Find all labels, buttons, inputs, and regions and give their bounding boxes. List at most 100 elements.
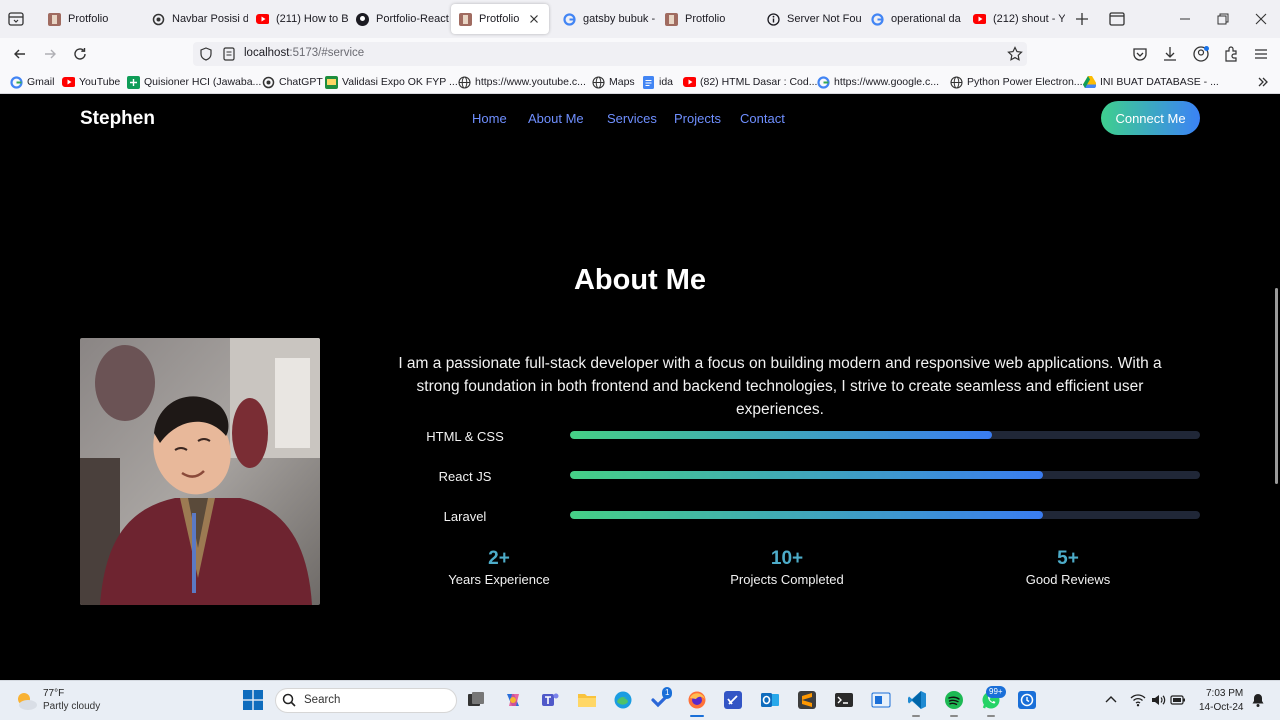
bookmark-item[interactable]: https://www.youtube.c...: [458, 74, 586, 90]
bookmark-item[interactable]: (82) HTML Dasar : Cod...: [683, 74, 817, 90]
tab-overview-icon[interactable]: [1108, 11, 1126, 27]
tab-title: (212) shout - Yo: [993, 13, 1065, 25]
skill-name: Laravel: [443, 509, 487, 524]
browser-tab[interactable]: Portfolio-React: [348, 4, 450, 34]
portfolio-favicon: [665, 12, 678, 26]
extensions-icon[interactable]: [1221, 44, 1241, 64]
vscode-icon[interactable]: [906, 689, 928, 711]
close-window-icon[interactable]: [1251, 9, 1271, 29]
nav-link-services[interactable]: Services: [607, 111, 657, 126]
skill-progress-fill: [570, 471, 1043, 479]
forward-arrow-icon[interactable]: [40, 44, 60, 64]
portfolio-favicon: [48, 12, 61, 26]
bookmark-label: (82) HTML Dasar : Cod...: [700, 76, 818, 88]
bookmark-item[interactable]: INI BUAT DATABASE - ...: [1083, 74, 1219, 90]
back-arrow-icon[interactable]: [10, 44, 30, 64]
scrollbar-thumb[interactable]: [1275, 288, 1278, 484]
browser-tab[interactable]: Navbar Posisi d: [144, 4, 248, 34]
google-favicon: [563, 12, 576, 26]
profile-photo: [80, 338, 320, 605]
downloads-icon[interactable]: [1160, 44, 1180, 64]
terminal-icon[interactable]: [833, 689, 855, 711]
sheets-icon: [127, 75, 140, 89]
skill-name: HTML & CSS: [426, 429, 504, 444]
new-tab-plus-icon[interactable]: [1073, 10, 1091, 28]
tab-list-icon[interactable]: [6, 9, 26, 29]
taskbar-date[interactable]: 14-Oct-24: [1199, 702, 1243, 713]
bookmark-star-icon[interactable]: [1005, 44, 1025, 64]
hamburger-menu-icon[interactable]: [1251, 44, 1271, 64]
file-explorer-icon[interactable]: [576, 689, 598, 711]
reload-icon[interactable]: [70, 44, 90, 64]
sublime-text-icon[interactable]: [796, 689, 818, 711]
browser-tab[interactable]: Protfolio: [657, 4, 757, 34]
stat-label: Projects Completed: [730, 572, 844, 587]
tracking-shield-icon[interactable]: [196, 44, 216, 64]
bookmark-item[interactable]: Gmail: [10, 74, 54, 90]
url-text[interactable]: localhost:5173/#service: [244, 47, 364, 59]
nav-link-contact[interactable]: Contact: [740, 111, 785, 126]
windows-start-icon[interactable]: [242, 689, 264, 711]
github-favicon: [356, 12, 369, 26]
bookmark-item[interactable]: https://www.google.c...: [817, 74, 939, 90]
browser-tab[interactable]: (211) How to B: [248, 4, 348, 34]
teams-icon[interactable]: [539, 689, 561, 711]
browser-tab[interactable]: (212) shout - Yo: [965, 4, 1065, 34]
volume-icon[interactable]: [1150, 692, 1166, 708]
edge-icon[interactable]: [612, 689, 634, 711]
minimize-icon[interactable]: [1175, 9, 1195, 29]
task-view-icon[interactable]: [465, 689, 487, 711]
notification-bell-icon[interactable]: [1250, 692, 1266, 708]
drive-icon: [1083, 76, 1096, 89]
wifi-icon[interactable]: [1130, 692, 1146, 708]
taskbar-time[interactable]: 7:03 PM: [1206, 688, 1243, 699]
restore-icon[interactable]: [1213, 9, 1233, 29]
page-info-icon[interactable]: [219, 44, 239, 64]
tab-title: (211) How to B: [276, 13, 348, 25]
youtube-icon: [62, 76, 75, 89]
portfolio-favicon: [459, 12, 472, 26]
bookmark-label: Maps: [609, 76, 635, 88]
nav-link-about[interactable]: About Me: [528, 111, 584, 126]
skill-progress-bar: [570, 511, 1200, 519]
bookmark-item[interactable]: ida: [642, 74, 673, 90]
bookmark-item[interactable]: Python Power Electron...: [950, 74, 1083, 90]
tab-title: Protfolio: [68, 13, 109, 25]
nav-link-projects[interactable]: Projects: [674, 111, 721, 126]
browser-tab[interactable]: operational da: [863, 4, 963, 34]
skill-name: React JS: [438, 469, 492, 484]
skill-progress-bar: [570, 471, 1200, 479]
stat-good-reviews: 5+ Good Reviews: [1000, 548, 1136, 587]
copilot-icon[interactable]: [502, 689, 524, 711]
nav-link-home[interactable]: Home: [472, 111, 507, 126]
outlook-icon[interactable]: [759, 689, 781, 711]
page-scrollbar[interactable]: [1274, 94, 1280, 680]
bookmark-item[interactable]: Quisioner HCI (Jawaba...: [127, 74, 261, 90]
stat-years-experience: 2+ Years Experience: [424, 548, 574, 587]
account-icon[interactable]: [1191, 44, 1211, 64]
clock-app-icon[interactable]: [1016, 689, 1038, 711]
browser-tab[interactable]: Server Not Fou: [759, 4, 861, 34]
visual-studio-icon[interactable]: [722, 689, 744, 711]
battery-icon[interactable]: [1170, 692, 1186, 708]
bookmarks-overflow-icon[interactable]: [1256, 74, 1270, 90]
browser-tab[interactable]: gatsby bubuk -: [555, 4, 655, 34]
close-tab-icon[interactable]: [527, 12, 541, 26]
taskbar-search-box[interactable]: [275, 688, 457, 713]
show-hidden-icons-chevron-icon[interactable]: [1103, 692, 1119, 708]
bookmark-label: Quisioner HCI (Jawaba...: [144, 76, 262, 88]
bookmark-item[interactable]: ChatGPT: [262, 74, 323, 90]
browser-tab[interactable]: Protfolio: [40, 4, 144, 34]
bookmark-item[interactable]: YouTube: [62, 74, 120, 90]
connect-me-button[interactable]: Connect Me: [1101, 101, 1200, 135]
bookmark-item[interactable]: Validasi Expo OK FYP ...: [325, 74, 458, 90]
spotify-icon[interactable]: [943, 689, 965, 711]
browser-tab-active[interactable]: Protfolio: [451, 4, 549, 34]
tab-title: Portfolio-React: [376, 13, 449, 25]
pocket-icon[interactable]: [1130, 44, 1150, 64]
firefox-icon[interactable]: [686, 689, 708, 711]
window-app-icon[interactable]: [870, 689, 892, 711]
tab-title: Protfolio: [479, 13, 520, 25]
bookmark-label: https://www.youtube.c...: [475, 76, 586, 88]
bookmark-item[interactable]: Maps: [592, 74, 635, 90]
